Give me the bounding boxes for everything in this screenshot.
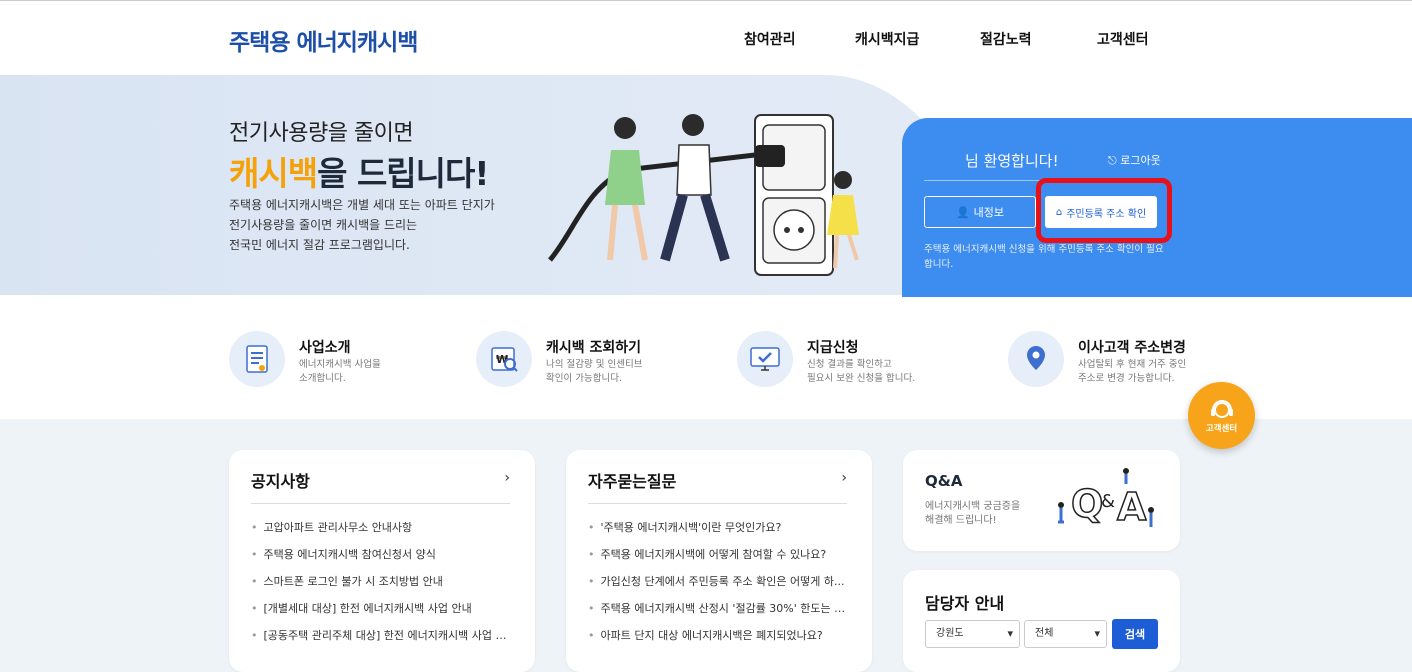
faq-item[interactable]: 아파트 단지 대상 에너지캐시백은 폐지되었나요?	[588, 628, 852, 655]
faq-card: 자주묻는질문 › '주택용 에너지캐시백'이란 무엇인가요? 주택용 에너지캐시…	[566, 450, 872, 672]
nav-participation[interactable]: 참여관리	[744, 29, 796, 49]
notice-list: 고압아파트 관리사무소 안내사항 주택용 에너지캐시백 참여신청서 양식 스마트…	[251, 520, 516, 655]
customer-center-fab-label: 고객센터	[1205, 423, 1238, 434]
quick-item-desc: 신청 결과를 확인하고 필요시 보완 신청을 합니다.	[807, 359, 916, 384]
logout-link[interactable]: ⎋ 로그아웃	[1108, 152, 1161, 168]
document-list-icon	[229, 331, 285, 387]
qa-title: Q&A	[925, 472, 963, 490]
monitor-check-icon	[737, 331, 793, 387]
notice-title: 공지사항	[251, 472, 310, 491]
notice-item[interactable]: [공동주택 관리주체 대상] 한전 에너지캐시백 사업 안...	[251, 628, 516, 655]
faq-more-button[interactable]: ›	[841, 470, 847, 486]
faq-title: 자주묻는질문	[588, 472, 677, 491]
notice-item[interactable]: 스마트폰 로그인 불가 시 조치방법 안내	[251, 574, 515, 601]
qa-description: 에너지캐시백 궁금증을 해결해 드립니다!	[925, 501, 1021, 526]
logout-label: 로그아웃	[1120, 154, 1161, 167]
hero-description: 주택용 에너지캐시백은 개별 세대 또는 아파트 단지가 전기사용량을 줄이면 …	[229, 198, 495, 252]
address-check-note: 주택용 에너지캐시백 신청을 위해 주민등록 주소 확인이 필요합니다.	[924, 244, 1164, 270]
hero-subtitle: 전기사용량을 줄이면	[229, 121, 414, 146]
notice-item[interactable]: [개별세대 대상] 한전 에너지캐시백 사업 안내	[251, 601, 515, 628]
card-divider	[251, 503, 510, 504]
area-select[interactable]: 전체	[1024, 620, 1107, 648]
customer-center-fab[interactable]: 고객센터	[1188, 382, 1255, 449]
welcome-text: 님 환영합니다!	[965, 152, 1059, 170]
logout-icon: ⎋	[1108, 154, 1121, 167]
site-logo[interactable]: 주택용 에너지캐시백	[229, 23, 418, 57]
manager-card: 담당자 안내 강원도 전체 검색	[903, 570, 1180, 672]
my-info-button[interactable]: 👤 내정보	[924, 196, 1036, 228]
quick-item-desc: 에너지캐시백 사업을 소개합니다.	[299, 359, 381, 384]
nav-saving-effort[interactable]: 절감노력	[980, 29, 1032, 49]
welcome-panel: 님 환영합니다! ⎋ 로그아웃 👤 내정보 ⌂ 주민등록 주소 확인 주택용 에너지…	[902, 118, 1412, 302]
quick-item-title: 지급신청	[807, 340, 859, 356]
quick-item-title: 사업소개	[299, 340, 351, 356]
quick-item-desc: 나의 절감량 및 인센티브 확인이 가능합니다.	[546, 359, 643, 384]
my-info-label: 내정보	[973, 206, 1005, 219]
site-header: 주택용 에너지캐시백 참여관리 캐시백지급 절감노력 고객센터	[0, 0, 1412, 75]
hero-title-highlight: 캐시백	[229, 154, 318, 193]
notice-more-button[interactable]: ›	[504, 470, 510, 486]
faq-item[interactable]: 주택용 에너지캐시백에 어떻게 참여할 수 있나요?	[588, 547, 852, 574]
map-pin-icon	[1008, 331, 1064, 387]
headset-icon	[1210, 399, 1233, 418]
card-divider	[588, 503, 847, 504]
quick-item-title: 캐시백 조회하기	[546, 340, 642, 356]
notice-item[interactable]: 고압아파트 관리사무소 안내사항	[251, 520, 515, 547]
user-icon: 👤	[955, 205, 970, 219]
hero-title: 캐시백을 드립니다!	[229, 147, 489, 195]
svg-text:A: A	[1117, 485, 1147, 529]
faq-item[interactable]: '주택용 에너지캐시백'이란 무엇인가요?	[588, 520, 852, 547]
hero-title-rest: 을 드립니다!	[317, 154, 489, 193]
qa-illustration: Q & A	[1058, 468, 1154, 530]
notice-card: 공지사항 › 고압아파트 관리사무소 안내사항 주택용 에너지캐시백 참여신청서…	[229, 450, 535, 672]
manager-search-button[interactable]: 검색	[1112, 619, 1158, 649]
won-search-icon: ₩	[476, 331, 532, 387]
svg-text:Q: Q	[1071, 482, 1103, 526]
qa-card[interactable]: Q&A 에너지캐시백 궁금증을 해결해 드립니다! Q & A	[903, 450, 1180, 551]
notice-item[interactable]: 주택용 에너지캐시백 참여신청서 양식	[251, 547, 515, 574]
family-unplugging-illustration	[548, 114, 859, 276]
region-select[interactable]: 강원도	[925, 620, 1020, 648]
faq-list: '주택용 에너지캐시백'이란 무엇인가요? 주택용 에너지캐시백에 어떻게 참여…	[588, 520, 853, 655]
faq-item[interactable]: 가입신청 단계에서 주민등록 주소 확인은 어떻게 하...	[588, 574, 852, 601]
nav-cashback-payment[interactable]: 캐시백지급	[855, 29, 919, 49]
quick-item-title: 이사고객 주소변경	[1078, 340, 1186, 356]
svg-text:&: &	[1101, 491, 1115, 512]
faq-item[interactable]: 주택용 에너지캐시백 산정시 '절감률 30%' 한도는 왜...	[588, 601, 853, 628]
manager-title: 담당자 안내	[925, 594, 1005, 613]
nav-customer-center[interactable]: 고객센터	[1097, 29, 1149, 49]
highlight-annotation-box	[1036, 178, 1172, 243]
